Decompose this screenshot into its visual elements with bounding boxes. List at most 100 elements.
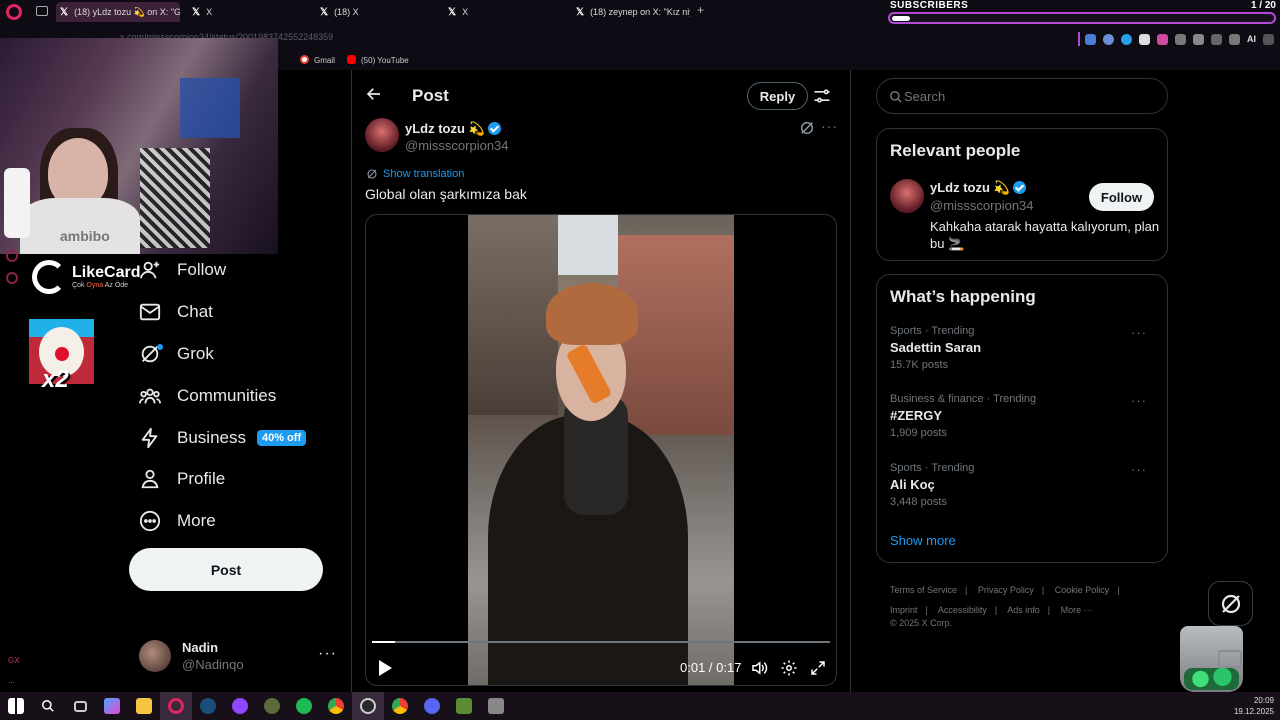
video-player[interactable] <box>365 214 837 686</box>
taskbar-app-game[interactable] <box>256 692 288 720</box>
post-more-button[interactable]: ··· <box>821 118 838 134</box>
tab-x[interactable]: 𝕏X <box>188 2 308 22</box>
trend-item[interactable]: Sports · Trending Ali Koç 3,448 posts ··… <box>890 462 1155 508</box>
webcam-shirt-text: ambibo <box>60 228 110 244</box>
footer-link-imprint[interactable]: Imprint <box>890 605 918 615</box>
settings-extension-icon[interactable] <box>1229 33 1240 45</box>
footer-separator: | <box>965 585 968 595</box>
video-progress-bar[interactable] <box>372 641 830 643</box>
taskbar-app-discord[interactable] <box>416 692 448 720</box>
likecard-name: LikeCard <box>72 264 141 281</box>
trend-more-button[interactable]: ··· <box>1131 393 1147 408</box>
menu-icon[interactable] <box>1263 33 1274 45</box>
relevant-person-name[interactable]: yLdz tozu 💫 <box>930 180 1026 196</box>
taskbar-app-opera[interactable] <box>160 692 192 720</box>
nav-follow[interactable]: Follow <box>138 258 226 282</box>
bookmark-youtube[interactable]: (50) YouTube <box>347 55 409 65</box>
video-settings-icon[interactable] <box>780 659 798 677</box>
trend-more-button[interactable]: ··· <box>1131 462 1147 477</box>
nav-chat[interactable]: Chat <box>138 300 213 324</box>
taskbar-app-spotify[interactable] <box>288 692 320 720</box>
tab-active-post[interactable]: 𝕏 (18) yLdz tozu 💫 on X: "G <box>56 2 180 22</box>
footer-link-cookie[interactable]: Cookie Policy <box>1055 585 1110 595</box>
nav-business[interactable]: Business 40% off <box>138 426 307 450</box>
account-name[interactable]: Nadin <box>182 640 218 655</box>
vpn-extension-icon[interactable] <box>1121 33 1132 45</box>
taskbar-app-twitch[interactable] <box>224 692 256 720</box>
play-icon[interactable] <box>377 659 393 677</box>
webcam-window-light <box>180 78 240 138</box>
taskbar-search[interactable] <box>32 692 64 720</box>
author-handle[interactable]: @missscorpion34 <box>405 138 509 153</box>
search-input[interactable] <box>904 79 1154 113</box>
relevant-person-avatar[interactable] <box>890 179 924 213</box>
start-button[interactable] <box>0 692 32 720</box>
nav-communities[interactable]: Communities <box>138 384 276 408</box>
instagram-extension-icon[interactable] <box>1157 33 1168 45</box>
likecard-slogan: Çok Oyna Az Öde <box>72 282 129 289</box>
translate-extension-icon[interactable] <box>1085 33 1096 45</box>
taskbar-app-minecraft[interactable] <box>448 692 480 720</box>
puzzle-extension-icon[interactable] <box>1175 33 1186 45</box>
audio-extension-icon[interactable] <box>1103 33 1114 45</box>
back-arrow-icon[interactable] <box>363 85 385 107</box>
account-more-button[interactable]: ··· <box>318 645 337 663</box>
reply-button[interactable]: Reply <box>747 82 808 110</box>
taskbar-app-window[interactable] <box>480 692 512 720</box>
account-avatar[interactable] <box>139 640 171 672</box>
fullscreen-icon[interactable] <box>809 659 827 677</box>
sidebar-history-icon[interactable] <box>6 250 18 262</box>
footer-link-privacy[interactable]: Privacy Policy <box>978 585 1034 595</box>
show-more-link[interactable]: Show more <box>890 533 956 548</box>
follow-button[interactable]: Follow <box>1089 183 1154 211</box>
new-tab-button[interactable]: + <box>697 3 704 17</box>
taskbar-app-copilot[interactable] <box>96 692 128 720</box>
sidebar-more[interactable]: ... <box>8 676 15 685</box>
tab-x-home[interactable]: 𝕏 (18) X <box>316 2 436 22</box>
grok-floating-button[interactable] <box>1208 581 1253 626</box>
nav-more[interactable]: More <box>138 509 216 533</box>
trend-item[interactable]: Business & finance · Trending #ZERGY 1,9… <box>890 393 1155 439</box>
author-name[interactable]: yLdz tozu 💫 <box>405 121 501 137</box>
extensions-toolbar: AI <box>1085 32 1274 46</box>
nav-grok[interactable]: Grok <box>138 342 214 366</box>
workspaces-icon[interactable] <box>36 6 48 16</box>
bookmark-gmail[interactable]: Gmail <box>300 55 335 65</box>
camera-icon[interactable] <box>1211 33 1222 45</box>
grok-notification-dot <box>157 344 163 350</box>
sidebar-settings-icon[interactable] <box>6 272 18 284</box>
account-handle[interactable]: @Nadinqo <box>182 657 244 672</box>
compose-post-button[interactable]: Post <box>129 548 323 591</box>
tune-settings-icon[interactable] <box>812 86 832 106</box>
taskbar-app-explorer[interactable] <box>128 692 160 720</box>
task-view-button[interactable] <box>64 692 96 720</box>
author-avatar[interactable] <box>365 118 399 152</box>
show-translation-link[interactable]: Show translation <box>366 168 464 180</box>
volume-icon[interactable] <box>750 659 768 677</box>
footer-links: Terms of Service | Privacy Policy | Cookie… <box>890 580 1160 620</box>
taskbar-app-obs[interactable] <box>352 692 384 720</box>
taskbar-app-steam[interactable] <box>192 692 224 720</box>
search-box[interactable] <box>876 78 1168 114</box>
trend-item[interactable]: Sports · Trending Sadettin Saran 15.7K p… <box>890 325 1155 371</box>
taskbar-clock[interactable]: 20:09 19.12.2025 <box>1234 695 1274 717</box>
messages-drawer-icon[interactable] <box>1218 650 1242 668</box>
footer-link-terms[interactable]: Terms of Service <box>890 585 957 595</box>
download-icon[interactable] <box>1193 33 1204 45</box>
cube-extension-icon[interactable] <box>1139 33 1150 45</box>
nav-profile[interactable]: Profile <box>138 467 225 491</box>
tab-zeynep[interactable]: 𝕏 (18) zeynep on X: "Kız niy <box>572 2 690 22</box>
footer-link-accessibility[interactable]: Accessibility <box>938 605 987 615</box>
nav-label: Chat <box>177 302 213 321</box>
grok-icon <box>138 342 163 366</box>
opera-logo-icon[interactable] <box>6 4 22 20</box>
footer-link-ads-info[interactable]: Ads info <box>1007 605 1040 615</box>
taskbar-app-chrome-2[interactable] <box>384 692 416 720</box>
taskbar-app-chrome[interactable] <box>320 692 352 720</box>
grok-explain-icon[interactable] <box>799 120 815 136</box>
footer-link-more[interactable]: More ··· <box>1061 605 1093 615</box>
trend-more-button[interactable]: ··· <box>1131 325 1147 340</box>
ai-button[interactable]: AI <box>1247 34 1256 44</box>
relevant-person-handle[interactable]: @missscorpion34 <box>930 198 1034 213</box>
tab-x-2[interactable]: 𝕏X <box>444 2 564 22</box>
